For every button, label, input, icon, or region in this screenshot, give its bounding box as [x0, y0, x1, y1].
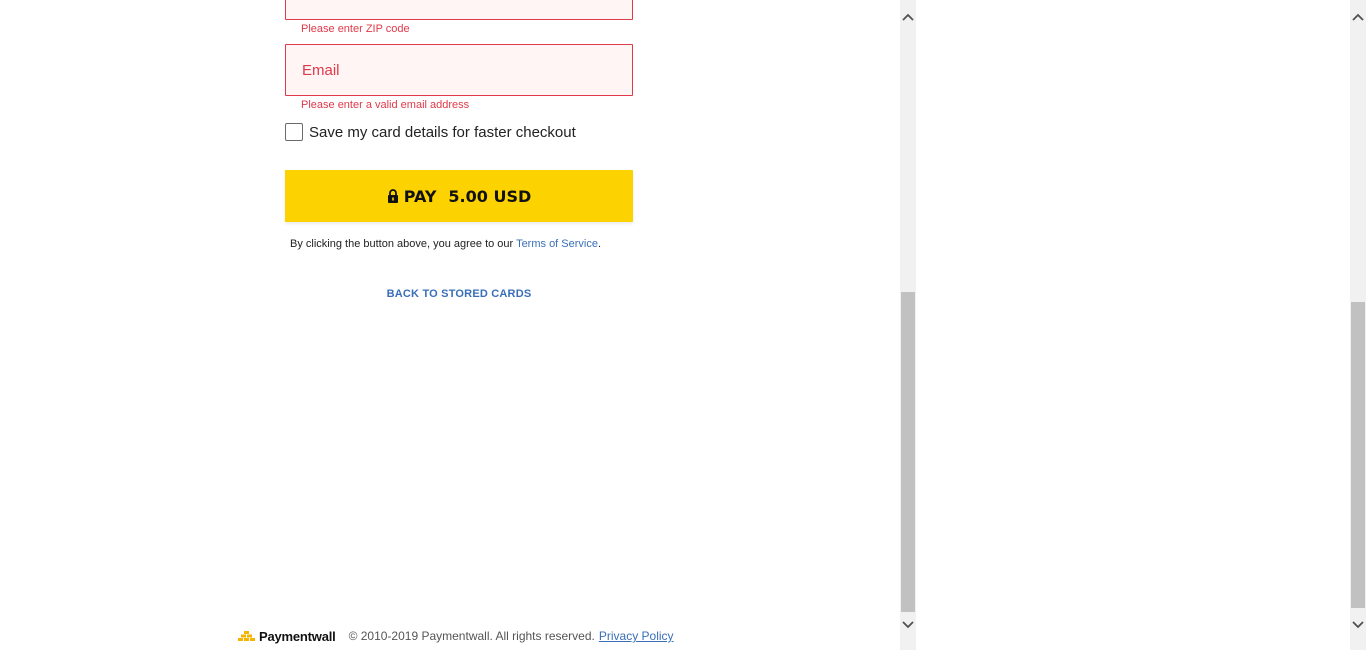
- pay-label: PAY: [403, 186, 437, 206]
- blank-area: [916, 0, 1350, 650]
- frame-scrollbar[interactable]: [900, 0, 916, 650]
- email-error-message: Please enter a valid email address: [301, 99, 470, 111]
- terms-of-service-link[interactable]: Terms of Service: [516, 238, 598, 250]
- pay-amount: 5.00 USD: [448, 186, 532, 206]
- email-field[interactable]: Email: [285, 44, 633, 96]
- terms-suffix: .: [597, 238, 602, 250]
- save-card-option[interactable]: Save my card details for faster checkout: [285, 122, 576, 142]
- terms-notice: By clicking the button above, you agree …: [290, 237, 610, 251]
- paymentwall-logo-text: Paymentwall: [259, 628, 336, 644]
- save-card-label: Save my card details for faster checkout: [309, 123, 576, 141]
- paymentwall-logo-icon: [238, 631, 255, 641]
- page-scrollbar-thumb[interactable]: [1351, 302, 1365, 608]
- terms-prefix: By clicking the button above, you agree …: [290, 238, 517, 250]
- page-scrollbar[interactable]: [1350, 0, 1366, 650]
- copyright-text: © 2010-2019 Paymentwall. All rights rese…: [348, 629, 595, 643]
- save-card-checkbox[interactable]: [285, 123, 303, 141]
- frame-scrollbar-thumb[interactable]: [901, 292, 915, 612]
- zip-error-message: Please enter ZIP code: [301, 23, 410, 35]
- footer: Paymentwall © 2010-2019 Paymentwall. All…: [238, 628, 674, 644]
- chevron-up-icon[interactable]: [1350, 9, 1366, 25]
- privacy-policy-link[interactable]: Privacy Policy: [599, 629, 674, 643]
- pay-button[interactable]: PAY 5.00 USD: [285, 170, 633, 222]
- chevron-down-icon[interactable]: [900, 617, 916, 633]
- lock-icon: [387, 189, 398, 203]
- back-to-stored-cards-link[interactable]: BACK TO STORED CARDS: [285, 288, 633, 300]
- chevron-up-icon[interactable]: [900, 9, 916, 25]
- zip-field[interactable]: [285, 0, 633, 20]
- chevron-down-icon[interactable]: [1350, 617, 1366, 633]
- email-placeholder: Email: [302, 61, 340, 79]
- payment-frame: Please enter ZIP code Email Please enter…: [0, 0, 900, 650]
